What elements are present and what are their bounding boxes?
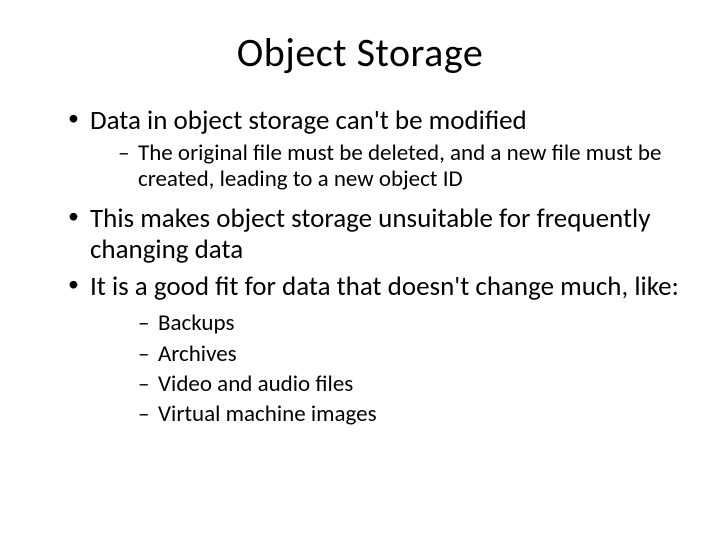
bullet-text: Data in object storage can't be modified — [90, 104, 527, 137]
sub-bullet-text: Backups — [158, 309, 234, 337]
sub-bullet-item: Virtual machine images — [138, 401, 680, 427]
bullet-text: This makes object storage unsuitable for… — [90, 202, 650, 266]
sub-bullet-list: Backups Archives Video and audio files V… — [90, 310, 680, 428]
bullet-item: This makes object storage unsuitable for… — [68, 203, 680, 265]
sub-bullet-text: Video and audio files — [158, 370, 353, 398]
sub-bullet-text: The original file must be deleted, and a… — [138, 139, 661, 193]
sub-bullet-text: Archives — [158, 340, 237, 368]
sub-bullet-list: The original file must be deleted, and a… — [90, 140, 680, 193]
bullet-text: It is a good fit for data that doesn't c… — [90, 270, 679, 303]
sub-bullet-item: Backups — [138, 310, 680, 336]
bullet-list: Data in object storage can't be modified… — [40, 105, 680, 428]
sub-bullet-item: The original file must be deleted, and a… — [118, 140, 680, 193]
sub-bullet-text: Virtual machine images — [158, 400, 377, 428]
slide: Object Storage Data in object storage ca… — [0, 0, 720, 540]
bullet-item: It is a good fit for data that doesn't c… — [68, 271, 680, 428]
sub-bullet-item: Video and audio files — [138, 371, 680, 397]
slide-title: Object Storage — [40, 28, 680, 77]
bullet-item: Data in object storage can't be modified… — [68, 105, 680, 193]
sub-bullet-item: Archives — [138, 341, 680, 367]
